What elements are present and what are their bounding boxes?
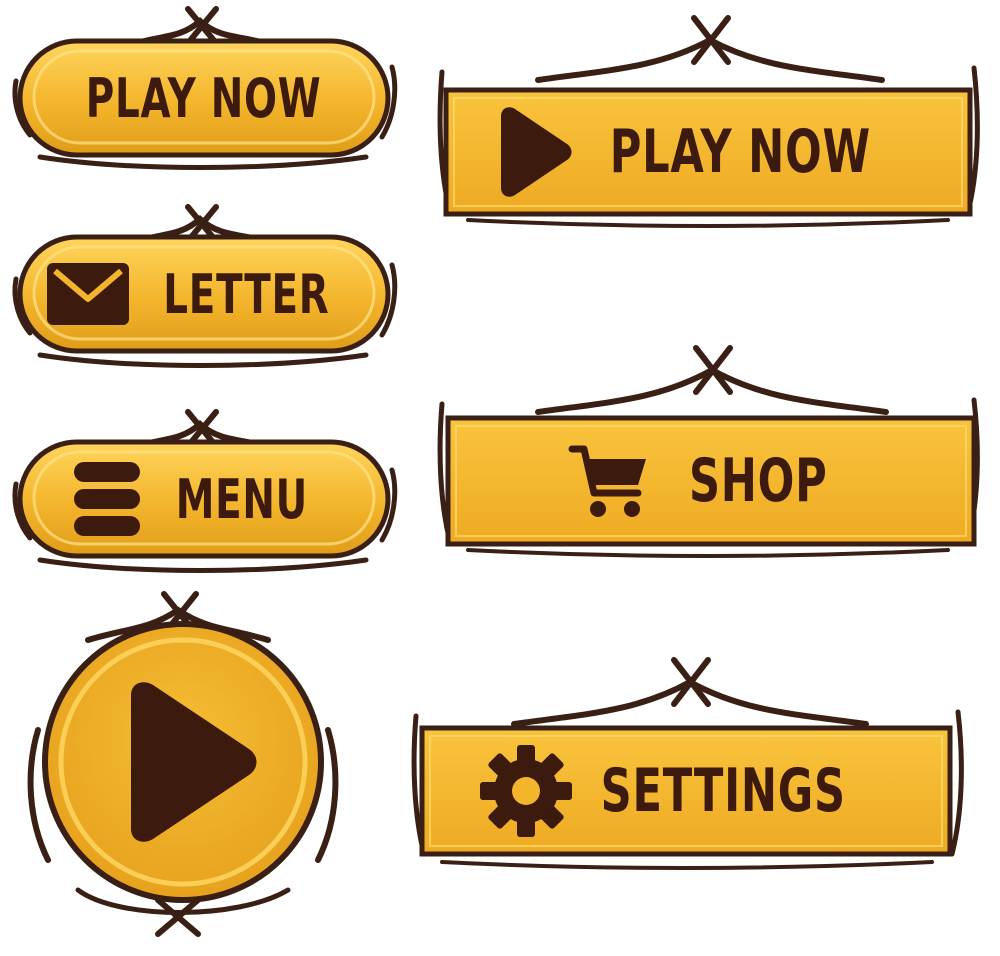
letter-pill-button[interactable]: LETTER (10, 203, 398, 368)
letter-label: LETTER (162, 262, 330, 326)
play-now-plank-button[interactable]: PLAY NOW (428, 12, 988, 228)
shop-plank-button[interactable]: SHOP (428, 342, 988, 558)
settings-label: SETTINGS (600, 756, 846, 826)
envelope-icon (46, 263, 129, 325)
play-now-label: PLAY NOW (609, 117, 871, 187)
menu-icon (74, 462, 141, 536)
play-icon (495, 106, 573, 198)
menu-label: MENU (175, 467, 309, 531)
play-now-label: PLAY NOW (86, 66, 322, 130)
play-icon (107, 681, 259, 843)
play-now-pill-button[interactable]: PLAY NOW (10, 5, 398, 170)
cart-icon (568, 441, 648, 521)
shop-label: SHOP (688, 446, 828, 516)
menu-pill-button[interactable]: MENU (10, 408, 398, 573)
play-round-button[interactable] (18, 590, 348, 946)
settings-plank-button[interactable]: SETTINGS (402, 654, 972, 870)
gear-icon (479, 744, 573, 838)
